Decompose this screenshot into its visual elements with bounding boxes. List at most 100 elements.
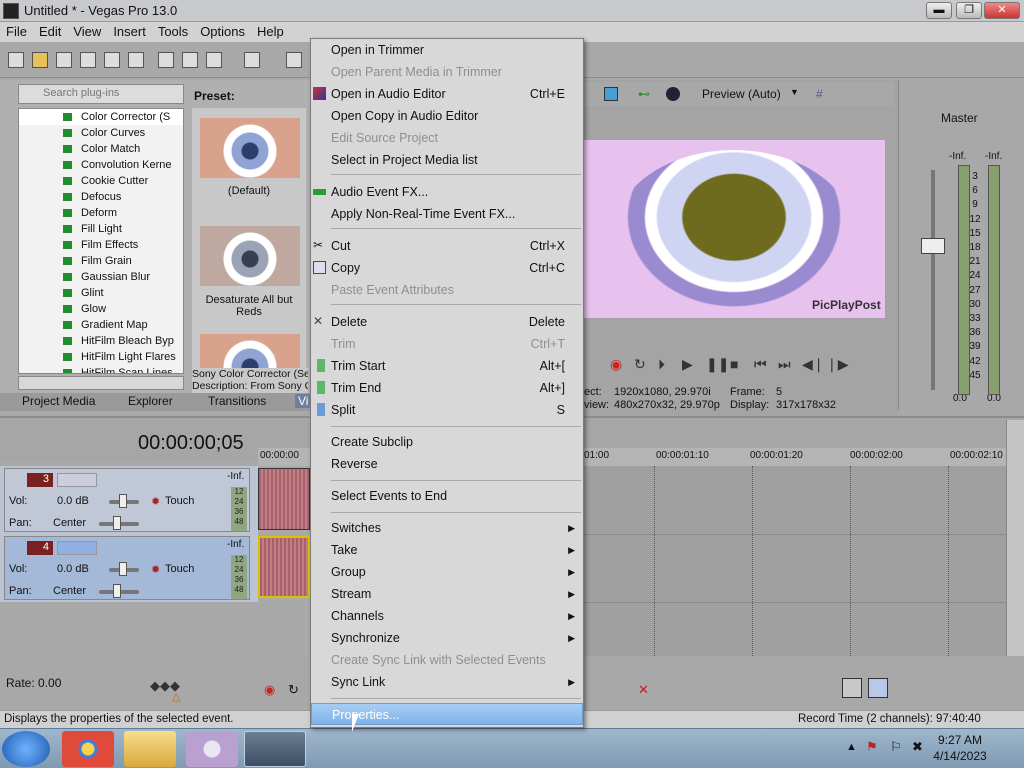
normal-edit-tool-icon[interactable] (842, 678, 862, 698)
loop-icon[interactable]: ↻ (634, 356, 646, 373)
action-center-icon[interactable]: ⚐ (890, 739, 902, 755)
tab-transitions[interactable]: Transitions (208, 394, 266, 408)
play-icon[interactable]: ▶ (682, 356, 693, 373)
external-monitor-icon[interactable] (604, 87, 618, 101)
network-icon[interactable]: ⚑ (866, 739, 878, 755)
render-icon[interactable] (104, 52, 120, 68)
vol-slider-knob[interactable] (119, 562, 127, 576)
menu-sync-link[interactable]: Sync Link ▶ (311, 671, 583, 693)
new-file-icon[interactable] (8, 52, 24, 68)
track-name-field[interactable] (57, 541, 97, 555)
delete-icon[interactable]: ✕ (638, 682, 649, 698)
plugin-item[interactable]: Color Curves (19, 125, 183, 141)
menu-split[interactable]: Split S (311, 399, 583, 421)
menu-open-in-trimmer[interactable]: Open in Trimmer (311, 39, 583, 61)
menu-help[interactable]: Help (251, 22, 290, 41)
menu-open-copy-in-audio-editor[interactable]: Open Copy in Audio Editor (311, 105, 583, 127)
plugin-item[interactable]: Gradient Map (19, 317, 183, 333)
plugin-item[interactable]: Color Corrector (S (19, 109, 183, 125)
menu-trim-start[interactable]: Trim Start Alt+[ (311, 355, 583, 377)
menu-create-subclip[interactable]: Create Subclip (311, 431, 583, 453)
plugin-item[interactable]: Glint (19, 285, 183, 301)
menu-trim-end[interactable]: Trim End Alt+] (311, 377, 583, 399)
menu-audio-event-fx[interactable]: Audio Event FX... (311, 181, 583, 203)
split-screen-icon[interactable] (666, 87, 680, 101)
plugin-item[interactable]: Film Effects (19, 237, 183, 253)
menu-copy[interactable]: Copy Ctrl+C (311, 257, 583, 279)
menu-open-in-audio-editor[interactable]: Open in Audio Editor Ctrl+E (311, 83, 583, 105)
automation-mode[interactable]: Touch (165, 563, 194, 575)
play-from-start-icon[interactable]: ⏵ (658, 356, 665, 373)
menu-insert[interactable]: Insert (107, 22, 152, 41)
menu-options[interactable]: Options (194, 22, 251, 41)
go-to-end-icon[interactable]: ⏭ (778, 356, 791, 373)
menu-edit[interactable]: Edit (33, 22, 67, 41)
plugin-item[interactable]: Defocus (19, 189, 183, 205)
preset-desaturate-thumbnail[interactable] (200, 226, 300, 286)
vegas-taskbar-icon[interactable] (244, 731, 306, 767)
maximize-button[interactable]: ❐ (956, 2, 982, 19)
chrome-icon[interactable] (62, 731, 114, 767)
undo-icon[interactable] (244, 52, 260, 68)
menu-cut[interactable]: ✂ Cut Ctrl+X (311, 235, 583, 257)
copy-icon[interactable] (182, 52, 198, 68)
pan-slider-knob[interactable] (113, 584, 121, 598)
paint-icon[interactable] (186, 731, 238, 767)
audio-event[interactable] (258, 468, 310, 530)
menu-delete[interactable]: ✕ Delete Delete (311, 311, 583, 333)
menu-file[interactable]: File (0, 22, 33, 41)
audio-track-header[interactable]: 3 Vol: 0.0 dB ✹ Touch Pan: Center -Inf. … (4, 468, 250, 532)
save-icon[interactable] (56, 52, 72, 68)
overlays-icon[interactable]: # (816, 87, 823, 101)
envelope-tool-icon[interactable] (868, 678, 888, 698)
menu-switches[interactable]: Switches ▶ (311, 517, 583, 539)
menu-take[interactable]: Take ▶ (311, 539, 583, 561)
plugin-item[interactable]: HitFilm Light Flares (19, 349, 183, 365)
master-fader-knob[interactable] (921, 238, 945, 254)
preset-third-thumbnail[interactable] (200, 334, 300, 370)
audio-track-header[interactable]: 4 Vol: 0.0 dB ✹ Touch Pan: Center -Inf. … (4, 536, 250, 600)
next-frame-icon[interactable]: ❘▶ (826, 356, 849, 373)
menu-stream[interactable]: Stream ▶ (311, 583, 583, 605)
volume-muted-icon[interactable]: ✖ (912, 739, 923, 755)
open-folder-icon[interactable] (32, 52, 48, 68)
tab-explorer[interactable]: Explorer (128, 394, 173, 408)
go-to-start-icon[interactable]: ⏮ (754, 356, 767, 373)
timeline-vertical-scrollbar[interactable] (1006, 420, 1024, 670)
menu-group[interactable]: Group ▶ (311, 561, 583, 583)
plugin-search-input[interactable]: Search plug-ins (18, 84, 184, 104)
plugin-item[interactable]: Film Grain (19, 253, 183, 269)
prev-frame-icon[interactable]: ◀❘ (802, 356, 825, 373)
menu-view[interactable]: View (67, 22, 107, 41)
timeline-track-area[interactable] (584, 466, 1008, 656)
plugin-item[interactable]: Color Match (19, 141, 183, 157)
chevron-down-icon[interactable]: ▼ (790, 87, 799, 97)
plugin-item[interactable]: Deform (19, 205, 183, 221)
menu-reverse[interactable]: Reverse (311, 453, 583, 475)
plugin-tree-scrollbar[interactable] (18, 376, 184, 390)
save-as-icon[interactable] (80, 52, 96, 68)
menu-channels[interactable]: Channels ▶ (311, 605, 583, 627)
automation-gear-icon[interactable]: ✹ (151, 495, 160, 508)
plugin-item[interactable]: HitFilm Bleach Byp (19, 333, 183, 349)
plugin-item[interactable]: HitFilm Scan Lines (19, 365, 183, 373)
tab-video-fx[interactable]: Vi (295, 394, 312, 408)
menu-apply-non-real-time-fx[interactable]: Apply Non-Real-Time Event FX... (311, 203, 583, 225)
tab-project-media[interactable]: Project Media (22, 394, 95, 408)
automation-mode[interactable]: Touch (165, 495, 194, 507)
plugin-item[interactable]: Fill Light (19, 221, 183, 237)
fx-icon[interactable]: ⊷ (638, 87, 650, 101)
loop-icon[interactable]: ↻ (288, 682, 299, 698)
menu-tools[interactable]: Tools (152, 22, 194, 41)
stop-icon[interactable]: ■ (730, 356, 738, 372)
audio-event-selected[interactable] (258, 536, 310, 598)
properties-icon[interactable] (128, 52, 144, 68)
close-button[interactable]: ✕ (984, 2, 1020, 19)
pan-slider-knob[interactable] (113, 516, 121, 530)
minimize-button[interactable]: ▬ (926, 2, 952, 19)
plugin-item[interactable]: Cookie Cutter (19, 173, 183, 189)
record-icon[interactable]: ◉ (610, 356, 622, 373)
pause-icon[interactable]: ❚❚ (706, 356, 729, 373)
preset-default-thumbnail[interactable] (200, 118, 300, 178)
vol-slider-knob[interactable] (119, 494, 127, 508)
